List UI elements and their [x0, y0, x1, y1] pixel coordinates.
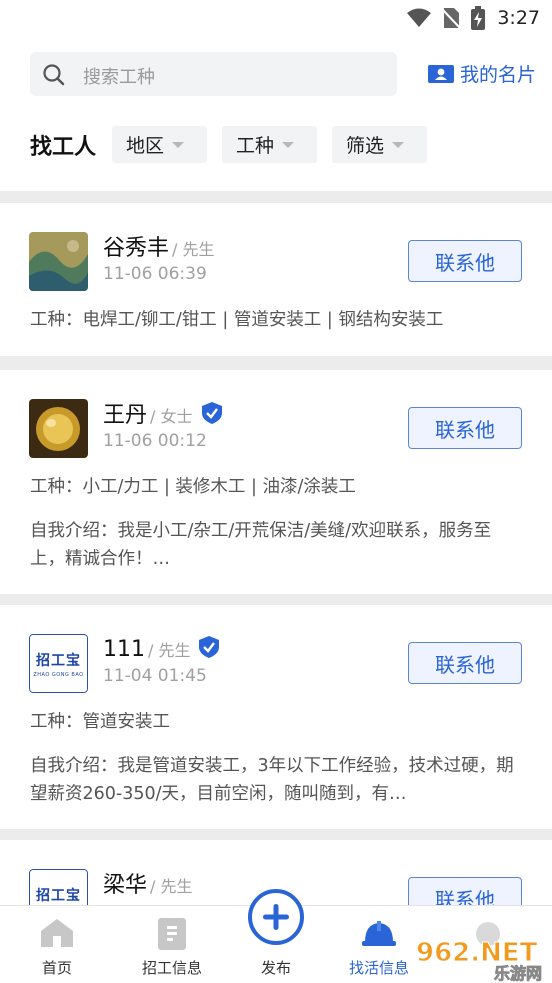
contact-button[interactable]: 联系他 [408, 642, 522, 684]
nav-publish-label: 发布 [260, 959, 291, 977]
chevron-down-icon [172, 141, 185, 148]
verified-shield-icon [201, 402, 222, 424]
worker-gender: / 先生 [148, 641, 191, 660]
avatar: 招工宝 ZHAO GONG BAO [29, 634, 88, 693]
worker-time: 11-06 06:39 [103, 264, 207, 284]
plus-icon [263, 904, 289, 930]
battery-charging-icon [471, 6, 486, 30]
publish-button[interactable] [248, 889, 304, 945]
worker-name: 谷秀丰 [103, 236, 170, 261]
home-icon [41, 919, 73, 947]
worker-intro: 自我介绍：我是管道安装工，3年以下工作经验，技术过硬，期望薪资260-350/天… [30, 756, 514, 804]
status-time: 3:27 [497, 7, 540, 29]
worker-time: 11-04 01:45 [103, 666, 207, 686]
worker-trades: 工种：电焊工/铆工/钳工 | 管道安装工 | 钢结构安装工 [30, 310, 444, 330]
trade-filter-label: 工种 [236, 135, 275, 157]
worker-name: 111 [103, 637, 145, 662]
contact-button[interactable]: 联系他 [408, 240, 522, 282]
logo-main-text: 招工宝 [36, 887, 81, 904]
nav-home[interactable]: 首页 [2, 906, 112, 983]
search-input[interactable]: 搜索工种 [30, 52, 397, 96]
region-filter-label: 地区 [126, 135, 165, 157]
screen-filter[interactable]: 筛选 [332, 126, 427, 163]
watermark-logo: 962.NET 乐游网 [416, 922, 542, 983]
search-placeholder: 搜索工种 [83, 67, 155, 88]
no-sim-icon [441, 8, 462, 29]
header: 搜索工种 我的名片 找工人 地区 工种 筛选 [0, 36, 552, 191]
status-bar: 3:27 [0, 0, 552, 36]
trade-filter[interactable]: 工种 [222, 126, 317, 163]
my-card-button[interactable]: 我的名片 [428, 60, 536, 87]
search-icon [43, 64, 65, 86]
worker-gender: / 先生 [150, 877, 193, 896]
worker-card[interactable]: 谷秀丰 / 先生 11-06 06:39 联系他 工种：电焊工/铆工/钳工 | … [0, 203, 552, 356]
worker-card[interactable]: 王丹 / 女士 11-06 00:12 联系他 工种：小工/力工 | 装修木工 … [0, 370, 552, 594]
avatar [29, 232, 88, 291]
my-card-label: 我的名片 [460, 64, 537, 86]
avatar [29, 399, 88, 458]
wifi-icon [407, 8, 432, 27]
worker-time: 11-06 00:12 [103, 431, 207, 451]
chevron-down-icon [282, 141, 295, 148]
id-card-icon [428, 64, 454, 83]
worker-intro: 自我介绍：我是小工/杂工/开荒保洁/美缝/欢迎联系，服务至上，精诚合作！… [30, 521, 492, 569]
hard-hat-icon [362, 921, 396, 946]
worker-gender: / 女士 [150, 407, 193, 426]
verified-shield-icon [199, 636, 220, 658]
worker-card[interactable]: 招工宝 ZHAO GONG BAO 111 / 先生 11-04 01:45 联… [0, 605, 552, 829]
logo-sub-text: ZHAO GONG BAO [33, 671, 84, 678]
screen-filter-label: 筛选 [346, 135, 385, 157]
nav-jobs[interactable]: 招工信息 [117, 906, 227, 983]
find-workers-title: 找工人 [30, 135, 97, 160]
worker-trades: 工种：小工/力工 | 装修木工 | 油漆/涂装工 [30, 477, 356, 497]
worker-name: 王丹 [103, 403, 148, 428]
region-filter[interactable]: 地区 [112, 126, 207, 163]
zhaogongbao-logo: 招工宝 ZHAO GONG BAO [29, 634, 88, 693]
chevron-down-icon [392, 141, 405, 148]
logo-main-text: 招工宝 [36, 652, 81, 669]
nav-jobs-label: 招工信息 [141, 959, 202, 977]
document-icon [158, 918, 186, 950]
nav-home-label: 首页 [41, 959, 72, 977]
worker-gender: / 先生 [172, 240, 215, 259]
contact-button[interactable]: 联系他 [408, 407, 522, 449]
worker-trades: 工种：管道安装工 [30, 712, 170, 732]
worker-name: 梁华 [103, 873, 148, 898]
svg-text:乐游网: 乐游网 [494, 964, 542, 983]
